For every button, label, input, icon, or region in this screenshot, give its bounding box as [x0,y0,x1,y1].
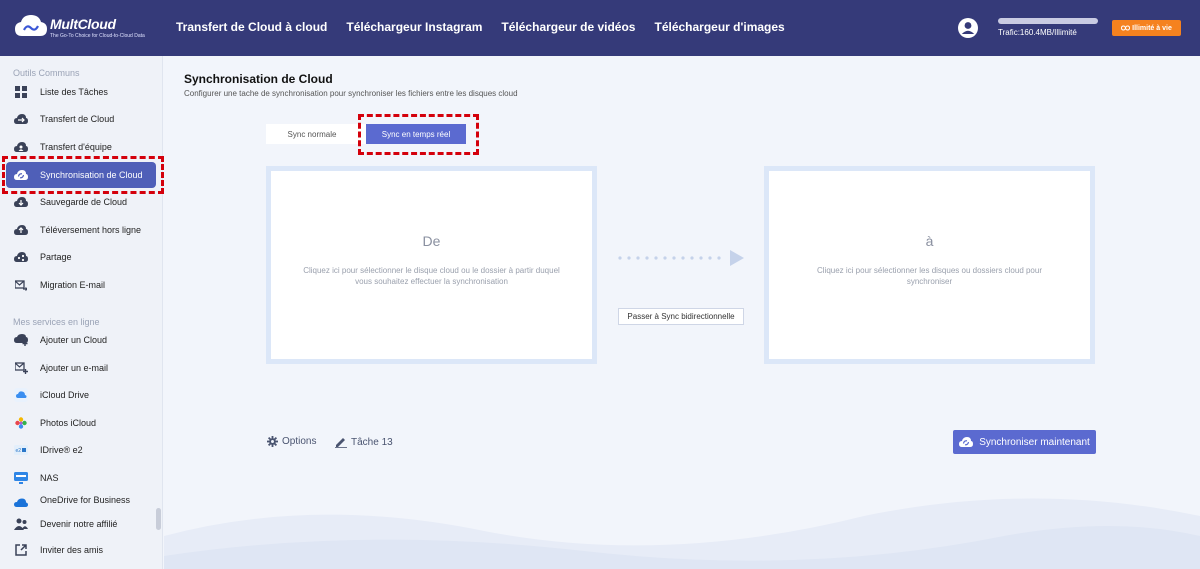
task-name-button[interactable]: Tâche 13 [335,436,393,448]
pencil-icon [335,438,347,448]
icloud-drive-icon [14,388,28,402]
sidebar-item-label: Photos iCloud [40,418,97,428]
sidebar-item-onedrive-business[interactable]: OneDrive for Business [6,492,156,508]
sidebar-item-label: NAS [40,473,59,483]
sidebar-item-label: Ajouter un e-mail [40,363,109,373]
sidebar-item-affiliate[interactable]: Devenir notre affilié [6,511,156,537]
sidebar-item-label: Transfert de Cloud [40,114,115,124]
top-nav: Transfert de Cloud à cloud Téléchargeur … [176,20,804,34]
traffic-meter: Trafic:160.4MB/Illimité [998,18,1100,37]
idrive-icon: e2 [14,443,28,457]
source-instructions: Cliquez ici pour sélectionner le disque … [303,266,560,286]
cloud-sync-icon [959,436,974,447]
cloud-backup-icon [14,195,28,209]
destination-instructions: Cliquez ici pour sélectionner les disque… [816,266,1042,286]
highlight-sync-menu [2,156,164,194]
direction-arrow-icon [618,250,744,266]
sidebar-item-invite-friends[interactable]: Inviter des amis [6,537,156,563]
destination-panel[interactable]: à Cliquez ici pour sélectionner les disq… [764,166,1095,364]
logo-cloud-icon [15,15,47,36]
sidebar-item-icloud-drive[interactable]: iCloud Drive [6,382,156,408]
source-title: De [422,233,441,249]
highlight-realtime-tab [358,114,479,155]
sidebar-item-icloud-photos[interactable]: Photos iCloud [6,410,156,436]
sidebar-item-email-migration[interactable]: Migration E-mail [6,272,156,298]
sync-now-button[interactable]: Synchroniser maintenant [953,430,1096,454]
icloud-photos-icon [14,416,28,430]
sidebar-item-label: Ajouter un Cloud [40,335,108,345]
task-label: Tâche 13 [351,436,393,448]
traffic-text: Trafic:160.4MB/Illimité [998,28,1077,37]
section-common-tools: Outils Communs [13,68,80,78]
grid-icon [14,85,28,99]
gear-icon [267,436,278,447]
sidebar: Outils Communs Liste des Tâches Transfer… [0,56,163,569]
sidebar-item-label: Téléversement hors ligne [40,225,142,235]
traffic-bar [998,18,1098,24]
sidebar-item-label: Transfert d'équipe [40,142,112,152]
destination-title: à [925,233,934,249]
logo-name: MultCloud [50,16,116,32]
section-online-services: Mes services en ligne [13,317,100,327]
nav-cloud-transfer[interactable]: Transfert de Cloud à cloud [176,20,327,34]
sidebar-item-label: Devenir notre affilié [40,519,118,529]
sidebar-item-label: iCloud Drive [40,390,90,400]
sidebar-item-label: Inviter des amis [40,545,104,555]
share-icon [14,250,28,264]
invite-icon [14,543,28,557]
user-avatar-icon[interactable] [958,18,978,38]
destination-panel-inner[interactable]: à Cliquez ici pour sélectionner les disq… [769,171,1090,359]
nav-video-downloader[interactable]: Téléchargeur de vidéos [501,20,635,34]
sidebar-item-label: OneDrive for Business [40,495,131,505]
page-subtitle: Configurer une tache de synchronisation … [184,89,518,98]
page-title: Synchronisation de Cloud [184,72,333,86]
email-migration-icon [14,278,28,292]
switch-bidirectional-button[interactable]: Passer à Sync bidirectionnelle [618,308,744,325]
team-transfer-icon [14,140,28,154]
sidebar-item-add-cloud[interactable]: Ajouter un Cloud [6,327,156,353]
unlimited-label: Illimité à vie [1132,24,1172,32]
sidebar-item-add-email[interactable]: Ajouter un e-mail [6,355,156,381]
cloud-upload-icon [14,223,28,237]
logo-tagline: The Go-To Choice for Cloud-to-Cloud Data [50,33,145,39]
tab-normal-sync[interactable]: Sync normale [266,124,358,144]
sync-now-label: Synchroniser maintenant [979,436,1090,448]
infinity-icon [1121,25,1131,31]
sidebar-item-label: Sauvegarde de Cloud [40,197,128,207]
options-label: Options [282,436,317,447]
sidebar-item-label: Partage [40,252,72,262]
background-wave [164,498,1200,569]
sidebar-item-label: Liste des Tâches [40,87,108,97]
sidebar-item-cloud-transfer[interactable]: Transfert de Cloud [6,106,156,132]
main-content: Synchronisation de Cloud Configurer une … [164,56,1200,569]
add-email-icon [14,361,28,375]
nav-instagram-downloader[interactable]: Téléchargeur Instagram [346,20,482,34]
onedrive-icon [14,495,28,508]
sidebar-item-idrive[interactable]: e2 IDrive® e2 [6,437,156,463]
sidebar-item-task-list[interactable]: Liste des Tâches [6,79,156,105]
cloud-transfer-icon [14,112,28,126]
source-panel-inner[interactable]: De Cliquez ici pour sélectionner le disq… [271,171,592,359]
top-bar: MultCloud The Go-To Choice for Cloud-to-… [0,0,1200,56]
sidebar-item-label: IDrive® e2 [40,445,83,455]
sidebar-item-label: Migration E-mail [40,280,106,290]
sidebar-item-offline-upload[interactable]: Téléversement hors ligne [6,217,156,243]
svg-text:e2: e2 [16,448,22,454]
sidebar-scrollbar[interactable] [156,508,161,530]
add-cloud-icon [14,333,28,347]
options-button[interactable]: Options [267,436,316,447]
nas-icon [14,471,28,485]
multcloud-logo[interactable]: MultCloud The Go-To Choice for Cloud-to-… [14,14,154,42]
sidebar-item-nas[interactable]: NAS [6,465,156,491]
affiliate-icon [14,517,28,531]
sidebar-item-share[interactable]: Partage [6,244,156,270]
nav-image-downloader[interactable]: Téléchargeur d'images [654,20,784,34]
source-panel[interactable]: De Cliquez ici pour sélectionner le disq… [266,166,597,364]
unlimited-plan-button[interactable]: Illimité à vie [1112,20,1181,36]
